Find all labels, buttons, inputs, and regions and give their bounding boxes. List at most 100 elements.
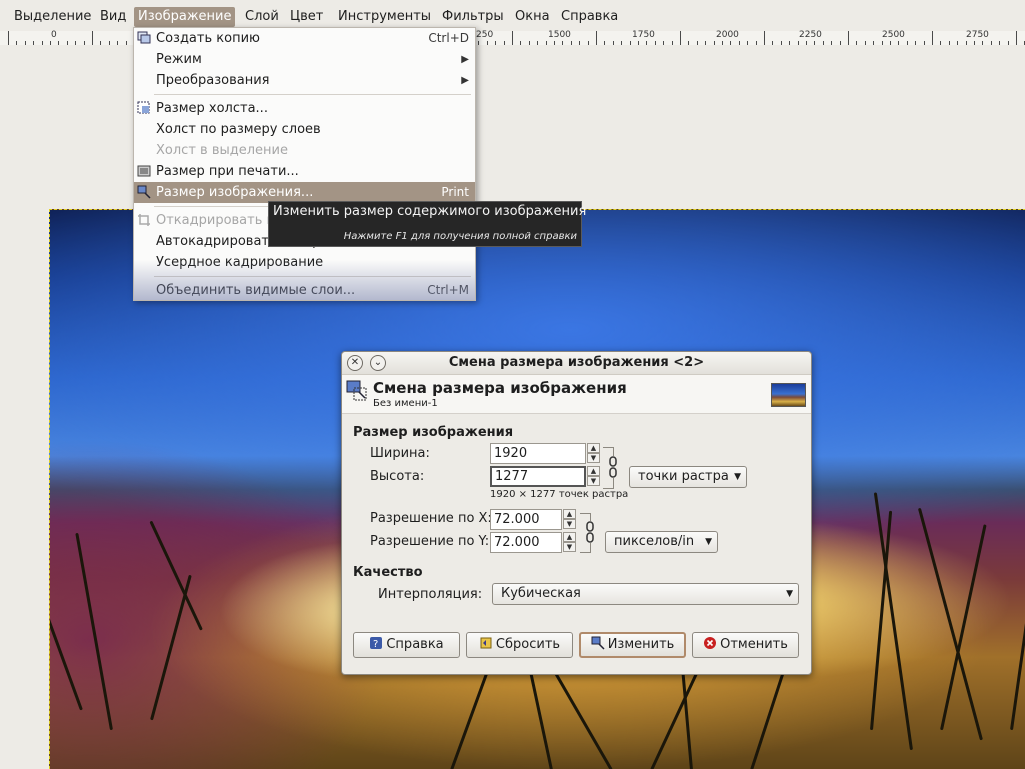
- menu-item-label: Размер изображения...: [156, 185, 314, 200]
- duplicate-icon: [137, 31, 151, 44]
- menu-item-label: Холст по размеру слоев: [156, 122, 321, 137]
- xres-spin-down[interactable]: ▼: [563, 519, 576, 529]
- reset-icon: [480, 637, 492, 649]
- tooltip-hint: Нажмите F1 для получения полной справки: [343, 231, 577, 242]
- dialog-titlebar[interactable]: ✕ ⌄ Смена размера изображения <2>: [342, 352, 811, 375]
- ruler-tick: [932, 31, 933, 45]
- menu-item-scale-image[interactable]: Размер изображения... Print: [134, 182, 475, 203]
- image-size-section-title: Размер изображения: [353, 425, 514, 440]
- interpolation-value: Кубическая: [501, 586, 581, 601]
- ruler-tick: [596, 31, 597, 45]
- height-spin-down[interactable]: ▼: [587, 476, 600, 486]
- image-menu: Создать копию Ctrl+D Режим ▶ Преобразова…: [133, 27, 476, 301]
- menu-separator: [154, 276, 471, 277]
- yres-input[interactable]: 72.000: [490, 532, 562, 553]
- size-unit-select[interactable]: точки растра ▼: [629, 466, 747, 488]
- resolution-unit-value: пикселов/in: [614, 534, 695, 549]
- scale-button[interactable]: Изменить: [579, 632, 686, 658]
- menu-item-label: Усердное кадрирование: [156, 255, 324, 270]
- height-label: Высота:: [370, 469, 425, 484]
- width-spin-down[interactable]: ▼: [587, 453, 600, 463]
- scale-image-icon: [137, 185, 151, 199]
- menu-layer[interactable]: Слой: [241, 7, 283, 27]
- resolution-unit-select[interactable]: пикселов/in ▼: [605, 531, 718, 553]
- menu-item-zealous-crop[interactable]: Усердное кадрирование: [134, 252, 475, 273]
- chevron-down-icon: ▼: [786, 589, 793, 599]
- tooltip-text: Изменить размер содержимого изображения: [273, 204, 587, 219]
- menu-item-canvas-size[interactable]: Размер холста...: [134, 98, 475, 119]
- size-unit-value: точки растра: [638, 469, 729, 484]
- chain-link-icon[interactable]: [585, 521, 595, 543]
- menu-item-canvas-to-layers[interactable]: Холст по размеру слоев: [134, 119, 475, 140]
- quality-section-title: Качество: [353, 565, 423, 580]
- height-spin-up[interactable]: ▲: [587, 466, 600, 476]
- menu-item-label: Создать копию: [156, 31, 260, 46]
- scale-image-dialog: ✕ ⌄ Смена размера изображения <2> Смена …: [341, 351, 812, 675]
- grass-blade: [917, 507, 983, 741]
- scale-image-icon: [591, 636, 605, 650]
- ruler-tick: [680, 31, 681, 45]
- menu-item-label: Преобразования: [156, 73, 270, 88]
- grass-blade: [450, 666, 491, 769]
- width-label: Ширина:: [370, 446, 430, 461]
- size-info: 1920 × 1277 точек растра: [490, 489, 629, 500]
- menu-item-merge-visible[interactable]: Объединить видимые слои... Ctrl+M: [134, 280, 475, 301]
- crop-icon: [138, 214, 150, 226]
- grass-blade: [75, 532, 113, 731]
- menu-filters[interactable]: Фильтры: [438, 7, 508, 27]
- menu-item-transform[interactable]: Преобразования ▶: [134, 70, 475, 91]
- chevron-down-icon: ▼: [734, 472, 741, 482]
- width-input[interactable]: 1920: [490, 443, 586, 464]
- interpolation-label: Интерполяция:: [378, 587, 483, 602]
- menu-select[interactable]: Выделение: [10, 7, 95, 27]
- menu-item-accel: Ctrl+M: [427, 283, 469, 297]
- grass-blade: [1010, 531, 1025, 731]
- ruler-label: 2000: [716, 30, 739, 40]
- menu-item-canvas-to-selection[interactable]: Холст в выделение: [134, 140, 475, 161]
- ruler-label: 1500: [548, 30, 571, 40]
- help-button[interactable]: ? Справка: [353, 632, 460, 658]
- xres-spin-up[interactable]: ▲: [563, 509, 576, 519]
- menu-item-label: Размер холста...: [156, 101, 268, 116]
- cancel-button[interactable]: Отменить: [692, 632, 799, 658]
- dialog-title: Смена размера изображения <2>: [448, 355, 705, 370]
- xres-input[interactable]: 72.000: [490, 509, 562, 530]
- menu-colors[interactable]: Цвет: [286, 7, 327, 27]
- image-thumbnail: [771, 383, 806, 407]
- menu-item-mode[interactable]: Режим ▶: [134, 49, 475, 70]
- reset-button[interactable]: Сбросить: [466, 632, 573, 658]
- menu-windows[interactable]: Окна: [511, 7, 554, 27]
- ruler-tick: [848, 31, 849, 45]
- ruler-tick: [8, 31, 9, 45]
- submenu-arrow-icon: ▶: [461, 54, 469, 65]
- ruler-label: 250: [476, 30, 494, 40]
- dialog-header-title: Смена размера изображения: [373, 379, 627, 397]
- menu-item-label: Размер при печати...: [156, 164, 299, 179]
- print-size-icon: [137, 165, 151, 177]
- ruler-label: 1750: [632, 30, 655, 40]
- reset-button-label: Сбросить: [495, 637, 561, 652]
- menu-help[interactable]: Справка: [557, 7, 622, 27]
- menu-item-label: Объединить видимые слои...: [156, 283, 356, 298]
- grass-blade: [50, 559, 83, 711]
- ruler-tick: [764, 31, 765, 45]
- menu-item-label: Холст в выделение: [156, 143, 288, 158]
- menu-separator: [154, 94, 471, 95]
- grass-blade: [940, 524, 987, 731]
- chain-link-icon[interactable]: [608, 456, 618, 478]
- tooltip: Изменить размер содержимого изображения …: [268, 201, 586, 247]
- height-input[interactable]: 1277: [490, 466, 586, 487]
- scale-image-icon: [346, 380, 367, 401]
- yres-spin-up[interactable]: ▲: [563, 532, 576, 542]
- menu-image[interactable]: Изображение: [134, 7, 236, 27]
- grass-blade: [149, 520, 203, 631]
- menu-item-accel: Ctrl+D: [428, 31, 469, 45]
- help-button-label: Справка: [386, 637, 444, 652]
- width-spin-up[interactable]: ▲: [587, 443, 600, 453]
- interpolation-select[interactable]: Кубическая ▼: [492, 583, 799, 605]
- menu-item-duplicate[interactable]: Создать копию Ctrl+D: [134, 28, 475, 49]
- menu-item-print-size[interactable]: Размер при печати...: [134, 161, 475, 182]
- menu-tools[interactable]: Инструменты: [334, 7, 435, 27]
- menu-view[interactable]: Вид: [96, 7, 130, 27]
- yres-spin-down[interactable]: ▼: [563, 542, 576, 552]
